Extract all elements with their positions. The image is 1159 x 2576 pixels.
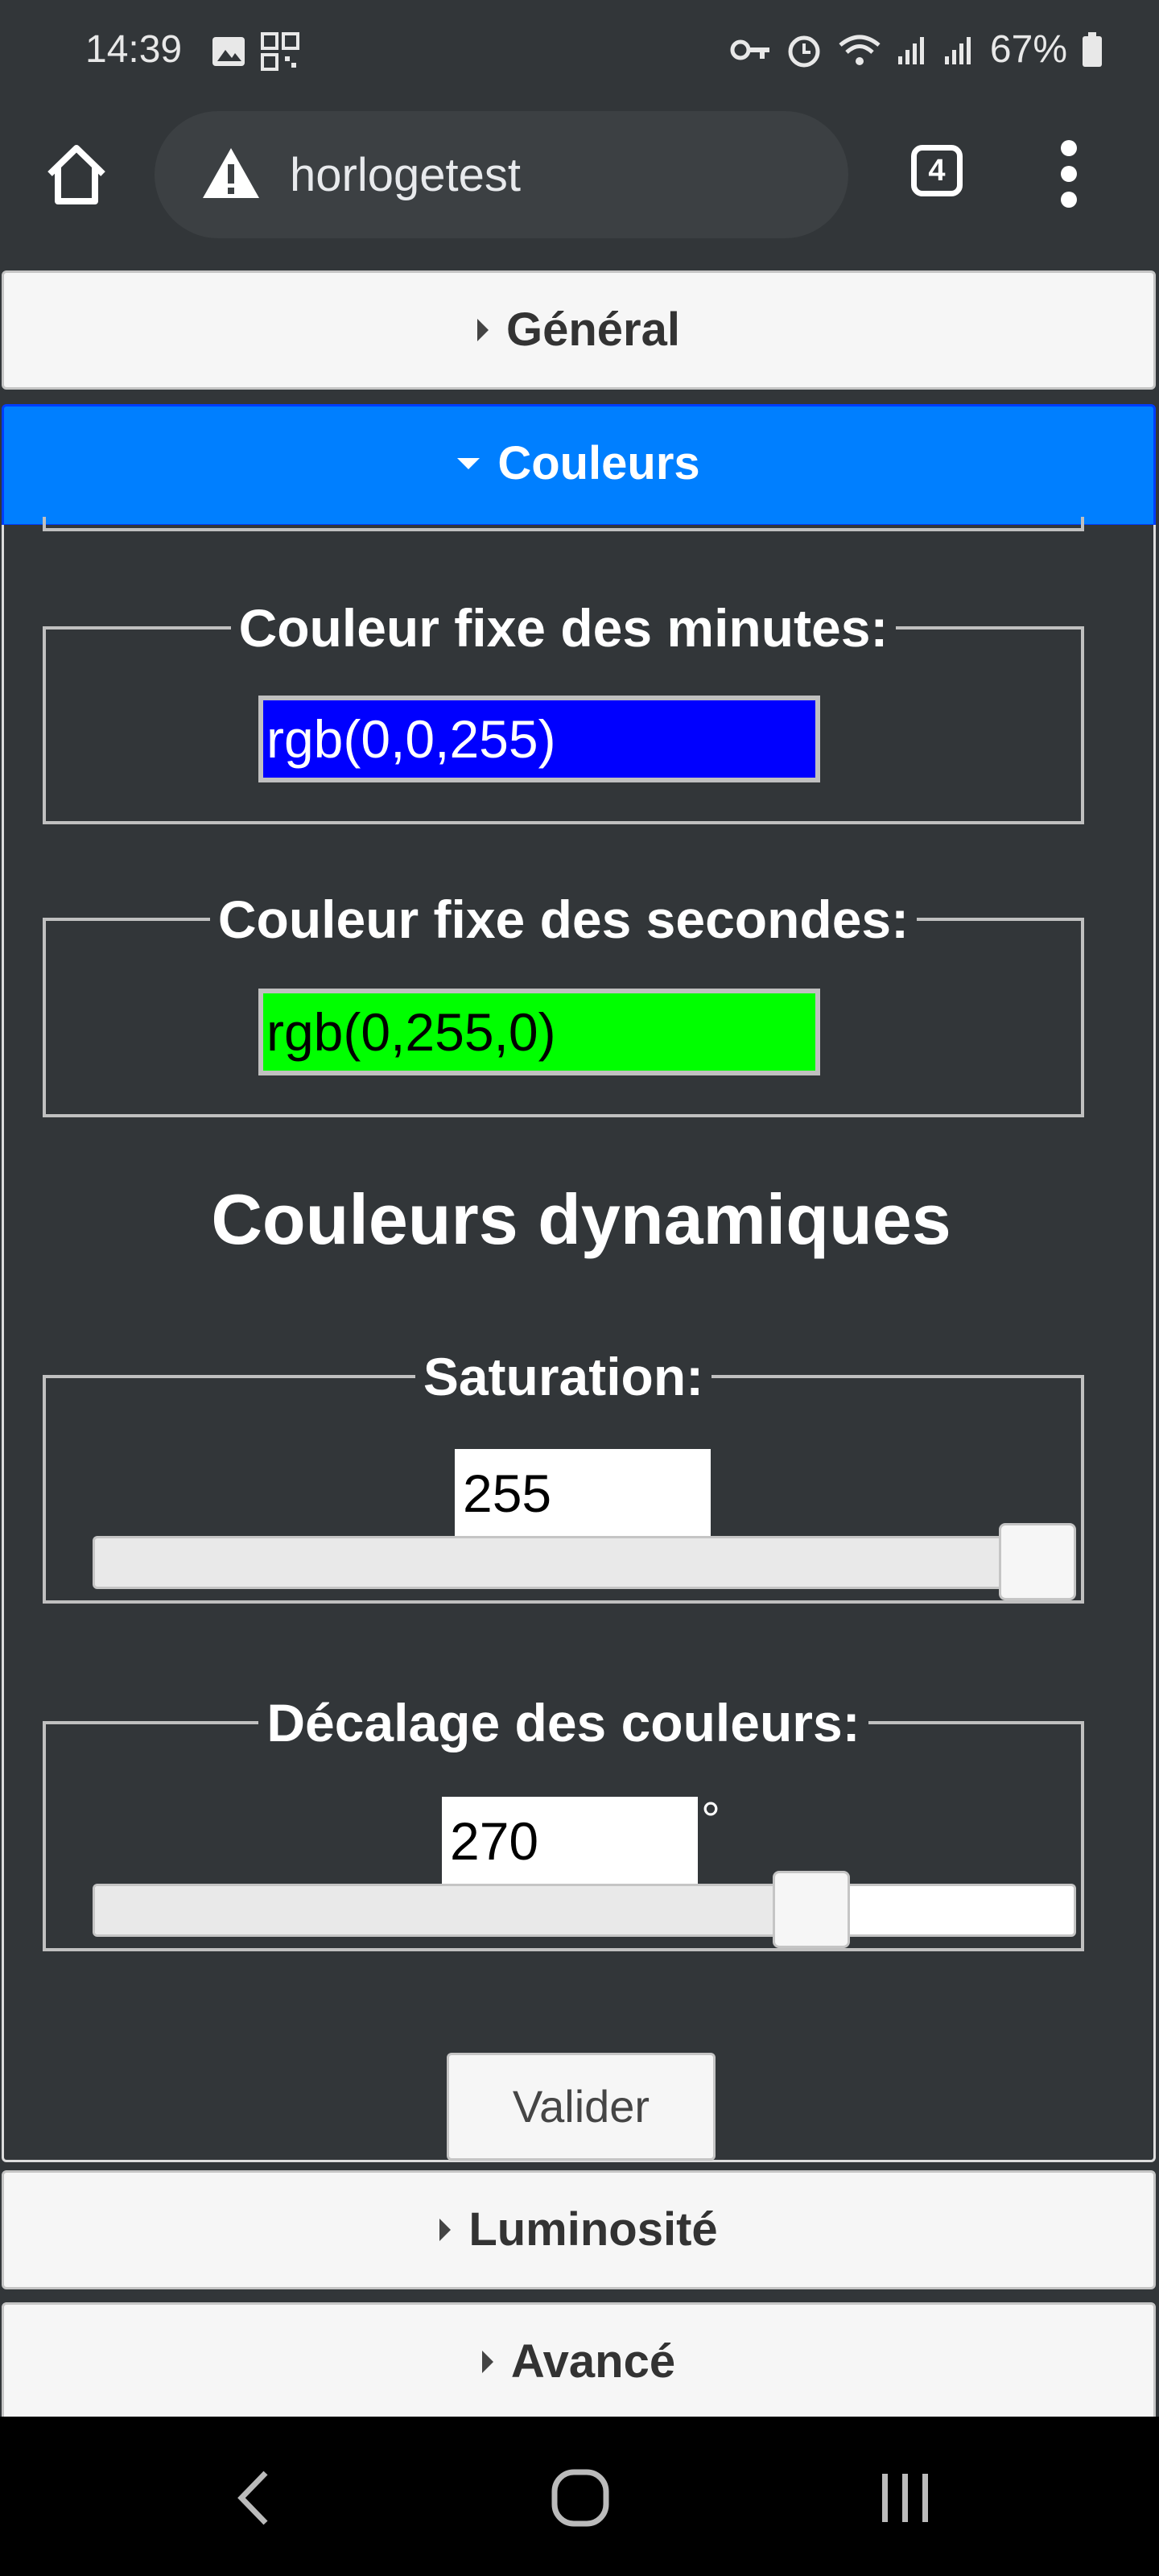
accordion-avance-label: Avancé [510, 2335, 676, 2388]
tabs-icon[interactable]: 4 [911, 145, 963, 196]
home-nav-icon[interactable] [551, 2468, 610, 2528]
color-offset-number-input[interactable]: 270 [442, 1797, 698, 1885]
saturation-legend: Saturation: [423, 1347, 704, 1406]
accordion-general-label: Général [506, 303, 680, 356]
battery-percent: 67% [989, 28, 1067, 71]
battery-icon [1083, 31, 1102, 67]
browser-toolbar: horlogetest 4 [0, 105, 1159, 270]
overflow-menu-icon[interactable] [1046, 140, 1091, 209]
minutes-color-input[interactable]: rgb(0,0,255) [258, 696, 820, 782]
saturation-number-input[interactable]: 255 [455, 1449, 711, 1538]
alarm-icon [788, 35, 820, 67]
image-icon [212, 37, 245, 66]
accordion-couleurs-label: Couleurs [497, 437, 700, 489]
accordion-luminosite-label: Luminosité [468, 2203, 718, 2256]
caret-down-icon [457, 457, 481, 469]
signal-icon [944, 36, 971, 64]
accordion-avance[interactable]: Avancé [2, 2302, 1156, 2417]
minutes-color-legend: Couleur fixe des minutes: [238, 598, 889, 658]
status-time: 14:39 [85, 28, 183, 71]
saturation-slider[interactable] [93, 1536, 1076, 1589]
color-offset-slider-fill [95, 1886, 814, 1934]
degree-unit: ° [701, 1793, 720, 1847]
system-nav-bar [0, 2417, 1159, 2576]
status-right: 67% [729, 27, 1103, 72]
color-offset-legend: Décalage des couleurs: [266, 1693, 860, 1752]
seconds-color-legend: Couleur fixe des secondes: [217, 890, 909, 949]
accordion-couleurs[interactable]: Couleurs [2, 404, 1156, 526]
address-bar[interactable]: horlogetest [155, 111, 848, 238]
qr-code-icon [261, 32, 299, 71]
accordion-general[interactable]: Général [2, 270, 1156, 390]
url-text[interactable]: horlogetest [290, 148, 521, 202]
warning-icon[interactable] [201, 147, 261, 200]
accordion-luminosite[interactable]: Luminosité [2, 2170, 1156, 2289]
color-offset-slider-thumb[interactable] [772, 1871, 850, 1948]
couleurs-panel: Couleur fixe des minutes: rgb(0,0,255) C… [2, 517, 1156, 2162]
dynamic-colors-title: Couleurs dynamiques [211, 1179, 951, 1259]
status-bar: 14:39 67% [0, 0, 1159, 105]
caret-right-icon [439, 2218, 452, 2241]
signal-icon [897, 36, 924, 64]
wifi-icon [839, 35, 881, 65]
saturation-slider-thumb[interactable] [999, 1523, 1076, 1600]
validate-button[interactable]: Valider [447, 2053, 716, 2161]
caret-right-icon [481, 2350, 493, 2373]
key-icon [730, 39, 769, 60]
page-content: Général Couleurs Couleur fixe des minute… [0, 270, 1159, 2417]
caret-right-icon [477, 318, 489, 341]
color-offset-slider[interactable] [93, 1884, 1076, 1937]
home-icon[interactable] [42, 140, 111, 209]
seconds-color-input[interactable]: rgb(0,255,0) [258, 989, 820, 1075]
back-icon[interactable] [233, 2470, 274, 2526]
fieldset-edge [43, 517, 1084, 531]
recents-icon[interactable] [877, 2471, 934, 2524]
